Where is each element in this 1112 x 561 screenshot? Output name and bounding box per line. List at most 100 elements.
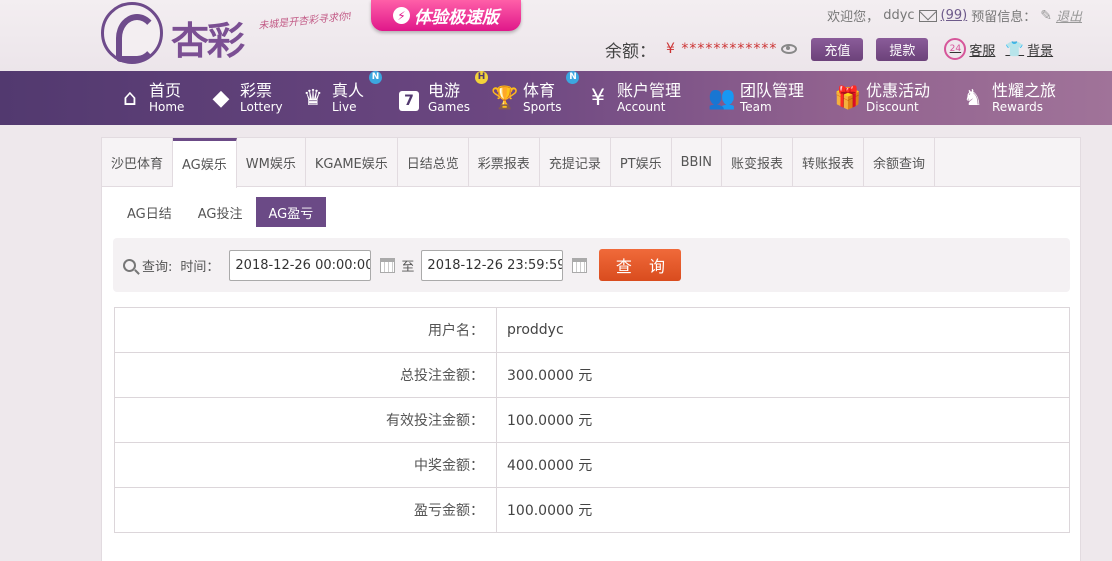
main-nav: ⌂ 首页 Home ◆ 彩票 Lottery ♛ 真人 Live N 7 电游 Game… xyxy=(0,71,1112,125)
tab-wm[interactable]: WM娱乐 xyxy=(237,138,306,187)
shirt-icon: 👕 xyxy=(1005,40,1025,58)
mail-count-link[interactable]: (99) xyxy=(941,8,968,23)
row-label: 用户名： xyxy=(114,307,497,353)
balance-value: ¥ ************ xyxy=(666,41,777,57)
balance-label: 余额： xyxy=(605,41,656,62)
nav-label: 团队管理 xyxy=(740,81,805,100)
speed-version-button[interactable]: ⚡ 体验极速版 xyxy=(371,0,521,31)
nav-item-account[interactable]: ¥ 账户管理 Account xyxy=(585,71,681,125)
background-label: 背景 xyxy=(1027,43,1054,59)
nav-item-discount[interactable]: 🎁 优惠活动 Discount xyxy=(834,71,930,125)
tab-account-changes[interactable]: 账变报表 xyxy=(722,138,794,187)
subtab-ag-profit-loss[interactable]: AG盈亏 xyxy=(255,197,327,227)
sub-tabs: AG日结 AG投注 AG盈亏 xyxy=(114,197,327,227)
tab-saba-sports[interactable]: 沙巴体育 xyxy=(102,138,174,187)
row-label: 有效投注金额： xyxy=(114,397,497,443)
home-icon: ⌂ xyxy=(123,85,137,111)
notice-label: 预留信息： xyxy=(971,10,1037,25)
eye-icon[interactable] xyxy=(781,44,798,54)
nav-label: 体育 xyxy=(523,81,556,100)
user-info-bar: 欢迎您， ddyc (99) 预留信息： ✎ 退出 xyxy=(827,6,1082,26)
nav-item-live[interactable]: ♛ 真人 Live N xyxy=(300,71,383,125)
tab-ag[interactable]: AG娱乐 xyxy=(173,138,237,188)
time-label: 时间： xyxy=(180,259,220,275)
top-header: 杏彩 未城是开杏彩寻求你! ⚡ 体验极速版 欢迎您， ddyc (99) 预留信… xyxy=(0,0,1112,71)
mail-icon[interactable] xyxy=(918,9,937,22)
table-row: 中奖金额： 400.0000 元 xyxy=(114,442,1070,488)
welcome-text: 欢迎您， xyxy=(827,10,880,25)
report-panel: 沙巴体育 AG娱乐 WM娱乐 KGAME娱乐 日结总览 彩票报表 充提记录 PT… xyxy=(101,137,1081,561)
tab-deposit-withdraw[interactable]: 充提记录 xyxy=(540,138,611,187)
balance-masked: ************ xyxy=(681,41,778,57)
new-badge: N xyxy=(369,71,383,84)
tab-transfer-report[interactable]: 转账报表 xyxy=(793,138,865,187)
tab-balance-query[interactable]: 余额查询 xyxy=(864,138,936,187)
row-value: proddyc xyxy=(496,307,1070,353)
live-icon: ♛ xyxy=(303,85,323,111)
nav-sublabel: Discount xyxy=(866,100,919,114)
edit-icon[interactable]: ✎ xyxy=(1040,8,1052,24)
nav-sublabel: Live xyxy=(332,100,357,114)
nav-item-home[interactable]: ⌂ 首页 Home xyxy=(117,71,184,125)
nav-sublabel: Home xyxy=(149,100,185,114)
nav-item-sports[interactable]: 🏆 体育 Sports N xyxy=(491,71,580,125)
table-row: 总投注金额： 300.0000 元 xyxy=(114,352,1070,398)
team-icon: 👥 xyxy=(708,85,736,111)
tab-bbin[interactable]: BBIN xyxy=(672,138,723,187)
nav-label: 真人 xyxy=(332,81,365,100)
tab-kgame[interactable]: KGAME娱乐 xyxy=(306,138,398,187)
table-row: 有效投注金额： 100.0000 元 xyxy=(114,397,1070,443)
nav-label: 优惠活动 xyxy=(866,81,931,100)
recharge-button[interactable]: 充值 xyxy=(811,37,864,61)
row-value: 400.0000 元 xyxy=(496,442,1070,488)
lightning-icon: ⚡ xyxy=(393,7,410,24)
account-icon: ¥ xyxy=(591,85,605,111)
table-row: 用户名： proddyc xyxy=(114,307,1070,353)
nav-item-games[interactable]: 7 电游 Games H xyxy=(396,71,488,125)
nav-label: 首页 xyxy=(149,81,182,100)
logout-link[interactable]: 退出 xyxy=(1056,6,1082,25)
subtab-ag-daily[interactable]: AG日结 xyxy=(114,197,185,227)
nav-label: 电游 xyxy=(428,81,461,100)
withdraw-button[interactable]: 提款 xyxy=(876,37,929,61)
rewards-icon: ♞ xyxy=(963,85,983,111)
tab-daily-overview[interactable]: 日结总览 xyxy=(398,138,469,187)
query-label: 查询: xyxy=(142,259,173,275)
end-time-input[interactable] xyxy=(421,249,564,281)
hot-badge: H xyxy=(474,71,488,84)
trophy-icon: 🏆 xyxy=(491,85,519,111)
table-row: 盈亏金额： 100.0000 元 xyxy=(114,487,1070,533)
query-bar: 查询: 时间： 至 查 询 xyxy=(113,238,1070,292)
tab-pt[interactable]: PT娱乐 xyxy=(611,138,672,187)
new-badge: N xyxy=(566,71,580,84)
logo-emblem-icon xyxy=(101,2,163,64)
nav-sublabel: Lottery xyxy=(240,100,283,114)
subtab-ag-bets[interactable]: AG投注 xyxy=(185,197,256,227)
nav-item-lottery[interactable]: ◆ 彩票 Lottery xyxy=(208,71,283,125)
speed-version-label: 体验极速版 xyxy=(414,8,499,28)
logo-slogan: 未城是开杏彩寻求你! xyxy=(257,11,353,32)
nav-sublabel: Rewards xyxy=(992,100,1043,114)
gift-icon: 🎁 xyxy=(834,85,862,111)
row-label: 盈亏金额： xyxy=(114,487,497,533)
logo-name: 杏彩 xyxy=(171,18,245,63)
background-link[interactable]: 👕 背景 xyxy=(1005,40,1053,59)
row-value: 300.0000 元 xyxy=(496,352,1070,398)
lottery-icon: ◆ xyxy=(212,85,230,111)
query-button[interactable]: 查 询 xyxy=(599,249,682,281)
calendar-icon[interactable] xyxy=(572,257,588,273)
nav-item-rewards[interactable]: ♞ 性耀之旅 Rewards xyxy=(960,71,1056,125)
nav-item-team[interactable]: 👥 团队管理 Team xyxy=(708,71,804,125)
customer-service-link[interactable]: 24 客服 xyxy=(944,38,995,60)
site-logo[interactable]: 杏彩 未城是开杏彩寻求你! xyxy=(101,2,353,64)
row-value: 100.0000 元 xyxy=(496,397,1070,443)
start-time-input[interactable] xyxy=(229,249,372,281)
balance-row: 余额： ¥ ************ 充值 提款 24 客服 👕 背景 xyxy=(605,36,1053,62)
calendar-icon[interactable] xyxy=(380,257,396,273)
nav-sublabel: Games xyxy=(428,100,470,114)
games-icon: 7 xyxy=(396,86,422,111)
nav-sublabel: Team xyxy=(740,100,772,114)
nav-sublabel: Account xyxy=(617,100,666,114)
headset-24-icon: 24 xyxy=(944,38,967,60)
tab-lottery-report[interactable]: 彩票报表 xyxy=(469,138,540,187)
